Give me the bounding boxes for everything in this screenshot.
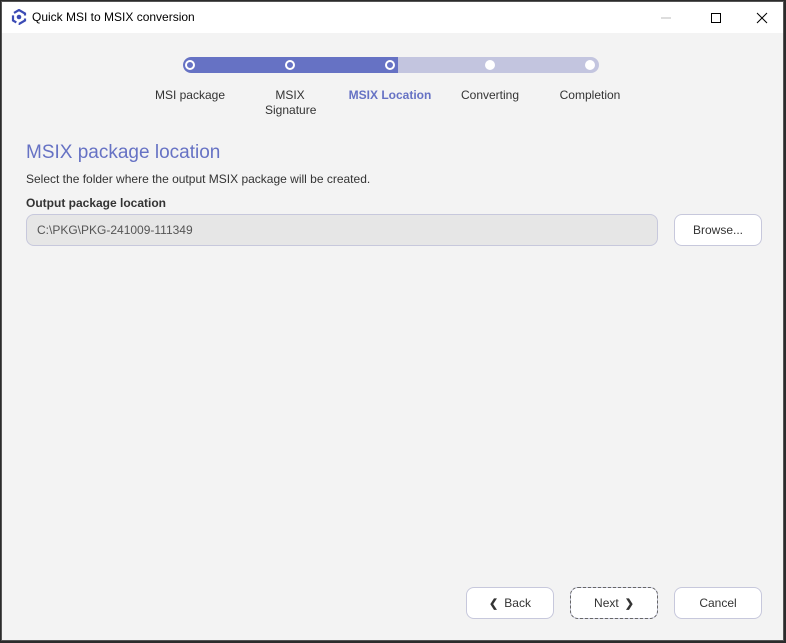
browse-button[interactable]: Browse... (674, 214, 762, 246)
step-dot-5 (585, 60, 595, 70)
back-button[interactable]: ❮ Back (466, 587, 554, 619)
window-title: Quick MSI to MSIX conversion (32, 10, 195, 24)
next-label: Next (594, 596, 619, 610)
close-icon (756, 12, 768, 23)
output-location-label: Output package location (26, 196, 167, 210)
chevron-left-icon: ❮ (489, 597, 499, 610)
step-label-3: MSIX Location (348, 88, 432, 102)
step-label-5: Completion (559, 88, 621, 102)
chevron-right-icon: ❯ (624, 597, 634, 610)
back-label: Back (504, 596, 531, 610)
step-label-4: Converting (460, 88, 520, 102)
cancel-label: Cancel (699, 596, 737, 610)
maximize-icon (711, 12, 721, 23)
step-dot-4 (485, 60, 495, 70)
step-dot-2 (285, 60, 295, 70)
step-dot-3 (385, 60, 395, 70)
browse-label: Browse... (692, 223, 743, 237)
app-logo-icon (11, 9, 27, 25)
app-window: Quick MSI to MSIX conversion MSI package… (1, 1, 784, 641)
next-button[interactable]: Next ❯ (570, 587, 658, 619)
minimize-icon (661, 17, 671, 18)
maximize-button[interactable] (693, 2, 739, 33)
close-button[interactable] (739, 2, 785, 33)
minimize-button[interactable] (643, 2, 689, 33)
page-description: Select the folder where the output MSIX … (26, 172, 371, 186)
page-heading: MSIX package location (26, 142, 221, 163)
cancel-button[interactable]: Cancel (674, 587, 762, 619)
step-label-2: MSIX Signature (265, 88, 317, 117)
step-label-1: MSI package (154, 88, 226, 102)
title-bar: Quick MSI to MSIX conversion (2, 2, 783, 33)
step-dot-1 (185, 60, 195, 70)
output-location-input[interactable] (26, 214, 658, 246)
